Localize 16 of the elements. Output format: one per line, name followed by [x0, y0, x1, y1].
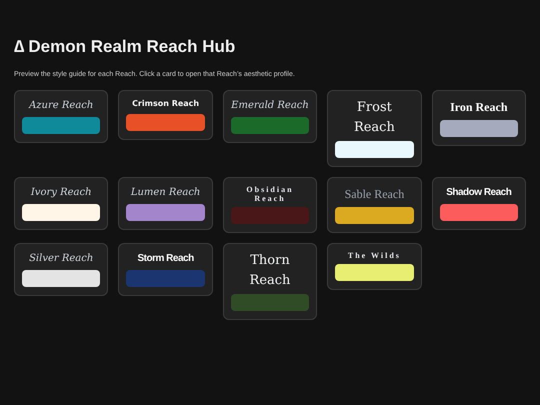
reach-card[interactable]: Emerald Reach — [222, 90, 318, 143]
reach-card[interactable]: Frost Reach — [327, 90, 422, 167]
reach-card[interactable]: Crimson Reach — [118, 90, 213, 140]
page-title: Demon Realm Reach Hub — [28, 36, 236, 58]
reach-card[interactable]: Ivory Reach — [14, 177, 108, 230]
reach-card[interactable]: Shadow Reach — [432, 177, 526, 230]
reach-card[interactable]: Thorn Reach — [222, 243, 318, 320]
reach-card[interactable]: Sable Reach — [327, 177, 422, 233]
reach-card[interactable]: Lumen Reach — [118, 177, 213, 230]
reach-card[interactable]: Obsidian Reach — [222, 177, 318, 233]
reach-card[interactable]: Azure Reach — [14, 90, 108, 143]
delta-icon: ∆ — [14, 34, 24, 60]
reach-card[interactable]: Silver Reach — [14, 243, 108, 296]
reach-card[interactable]: The Wilds — [327, 243, 422, 290]
reach-card[interactable]: Iron Reach — [432, 90, 526, 146]
reach-card[interactable]: Storm Reach — [118, 243, 213, 296]
